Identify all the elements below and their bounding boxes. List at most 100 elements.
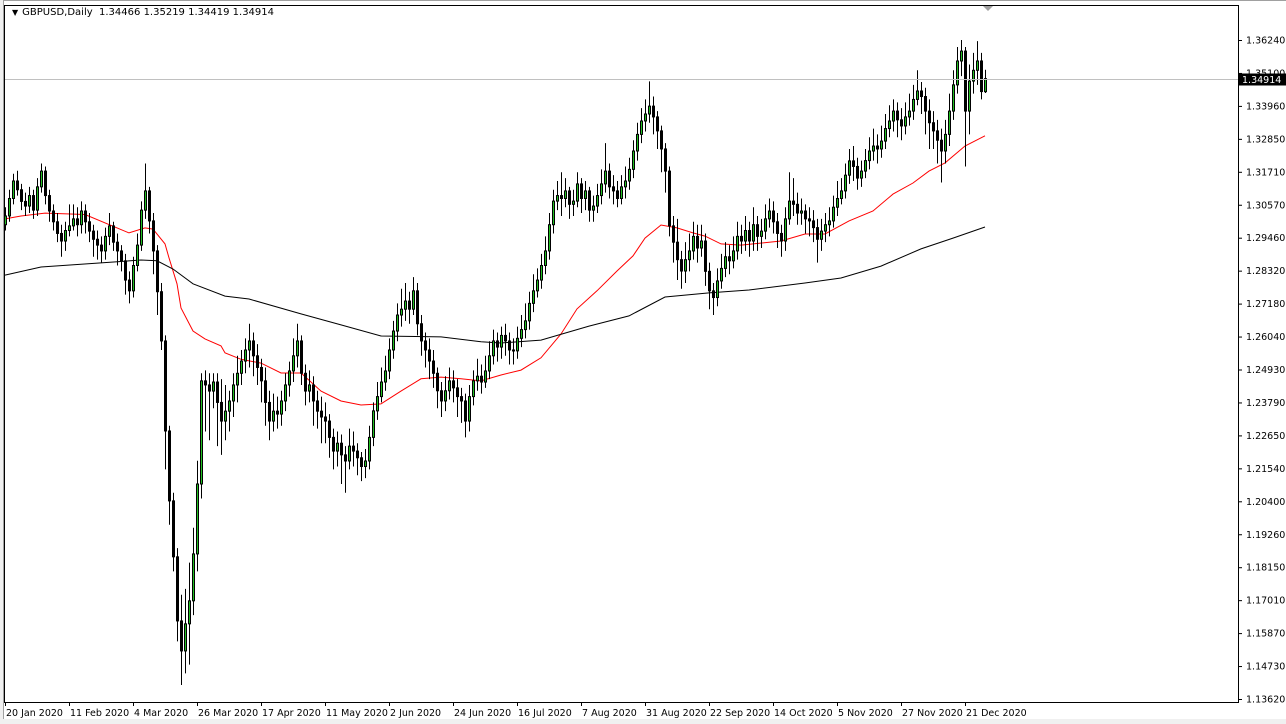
candle-body-bull bbox=[600, 183, 603, 197]
candle-body-bear bbox=[804, 210, 807, 220]
candle-body-bull bbox=[632, 150, 635, 170]
y-tick-label: 1.24930 bbox=[1246, 365, 1285, 376]
x-tick-label: 14 Oct 2020 bbox=[774, 708, 833, 719]
ohlc-close: 1.34914 bbox=[232, 7, 275, 18]
candle-body-bear bbox=[168, 430, 171, 502]
candle-body-bear bbox=[756, 224, 759, 237]
y-tick-label: 1.29460 bbox=[1246, 233, 1285, 244]
candle-body-bear bbox=[432, 360, 435, 374]
candle-body-bear bbox=[612, 186, 615, 192]
chart-window: 1.362401.351001.339601.328501.317101.305… bbox=[3, 0, 1286, 719]
candle-body-bull bbox=[280, 400, 283, 415]
candle-body-bull bbox=[380, 381, 383, 398]
candle-body-bull bbox=[412, 290, 415, 310]
candle-body-bull bbox=[984, 78, 987, 93]
candle-body-bear bbox=[796, 203, 799, 214]
candle-body-bull bbox=[720, 267, 723, 282]
candle-body-bull bbox=[596, 195, 599, 207]
candle-body-bull bbox=[952, 84, 955, 112]
candle-body-bear bbox=[928, 110, 931, 124]
candle-body-bull bbox=[404, 300, 407, 310]
candle-body-bear bbox=[728, 256, 731, 262]
candle-body-bear bbox=[924, 96, 927, 112]
candle-body-bear bbox=[304, 372, 307, 392]
candle-body-bear bbox=[652, 105, 655, 118]
candle-body-bull bbox=[892, 110, 895, 122]
candle-body-bear bbox=[932, 122, 935, 132]
candle-body-bear bbox=[24, 200, 27, 207]
x-tick-label: 21 Dec 2020 bbox=[966, 708, 1027, 719]
candle-body-bull bbox=[448, 380, 451, 392]
candle-body-bull bbox=[968, 80, 971, 112]
candle-body-bull bbox=[524, 320, 527, 331]
x-tick-label: 27 Nov 2020 bbox=[902, 708, 963, 719]
candle-body-bull bbox=[976, 60, 979, 71]
candle-body-bull bbox=[564, 190, 567, 199]
candle-body-bear bbox=[124, 260, 127, 281]
candle-body-bear bbox=[676, 241, 679, 261]
candle-body-bear bbox=[656, 116, 659, 132]
y-tick-label: 1.22650 bbox=[1246, 431, 1285, 442]
ohlc-high: 1.35219 bbox=[143, 7, 185, 18]
candle-body-bull bbox=[132, 264, 135, 292]
candle-body-bear bbox=[260, 366, 263, 382]
candle-body-bull bbox=[788, 200, 791, 220]
candle-body-bear bbox=[356, 450, 359, 459]
candle-body-bull bbox=[548, 224, 551, 252]
candle-body-bull bbox=[948, 110, 951, 135]
candle-body-bear bbox=[252, 340, 255, 357]
candle-body-bear bbox=[160, 291, 163, 342]
candle-body-bull bbox=[308, 384, 311, 392]
candle-body-bull bbox=[196, 483, 199, 555]
candle-body-bear bbox=[116, 241, 119, 252]
candle bbox=[160, 282, 163, 350]
x-tick-label: 5 Nov 2020 bbox=[838, 708, 893, 719]
candle-body-bull bbox=[468, 396, 471, 422]
candle-body-bear bbox=[208, 384, 211, 392]
candle-body-bear bbox=[780, 232, 783, 242]
candle-body-bull bbox=[864, 160, 867, 172]
candle-body-bear bbox=[148, 190, 151, 222]
candle-body-bear bbox=[100, 244, 103, 252]
candle-body-bear bbox=[20, 189, 23, 202]
y-tick-label: 1.36240 bbox=[1246, 36, 1285, 47]
candle-body-bull bbox=[648, 105, 651, 115]
triangle-down-icon[interactable]: ▼ bbox=[12, 8, 18, 17]
candle-body-bull bbox=[372, 410, 375, 438]
candle-body-bull bbox=[500, 334, 503, 348]
candle-body-bear bbox=[180, 620, 183, 652]
candle-body-bull bbox=[200, 380, 203, 485]
y-tick-label: 1.13620 bbox=[1246, 695, 1285, 706]
price-chart[interactable]: 1.362401.351001.339601.328501.317101.305… bbox=[4, 1, 1286, 719]
candle-body-bull bbox=[868, 150, 871, 162]
y-tick-label: 1.33960 bbox=[1246, 101, 1285, 112]
candle-body-bull bbox=[364, 460, 367, 468]
candle-body-bull bbox=[532, 290, 535, 304]
candle-body-bull bbox=[800, 210, 803, 214]
candle-body-bear bbox=[52, 210, 55, 223]
candle-body-bear bbox=[856, 165, 859, 179]
candle-body-bear bbox=[512, 349, 515, 352]
candle-body-bear bbox=[580, 183, 583, 199]
candle-body-bull bbox=[744, 230, 747, 242]
candle-body-bull bbox=[604, 170, 607, 185]
candle-body-bull bbox=[288, 370, 291, 386]
candle-body-bear bbox=[332, 436, 335, 452]
x-tick-label: 24 Jun 2020 bbox=[454, 708, 511, 719]
candle-body-bull bbox=[244, 349, 247, 362]
candle-body-bull bbox=[572, 200, 575, 205]
candle-body-bull bbox=[476, 375, 479, 382]
candle-body-bear bbox=[420, 323, 423, 342]
candle-body-bear bbox=[776, 221, 779, 234]
candle-body-bull bbox=[944, 133, 947, 152]
candle-body-bull bbox=[536, 279, 539, 292]
x-tick-label: 11 Feb 2020 bbox=[70, 708, 129, 719]
y-tick-label: 1.30570 bbox=[1246, 200, 1285, 211]
candle-body-bull bbox=[8, 197, 11, 217]
y-tick-label: 1.17010 bbox=[1246, 596, 1285, 607]
candle-body-bull bbox=[884, 128, 887, 142]
candle-body-bear bbox=[360, 457, 363, 468]
candle-body-bull bbox=[296, 340, 299, 357]
candle-body-bull bbox=[640, 120, 643, 135]
candle-body-bull bbox=[960, 50, 963, 62]
